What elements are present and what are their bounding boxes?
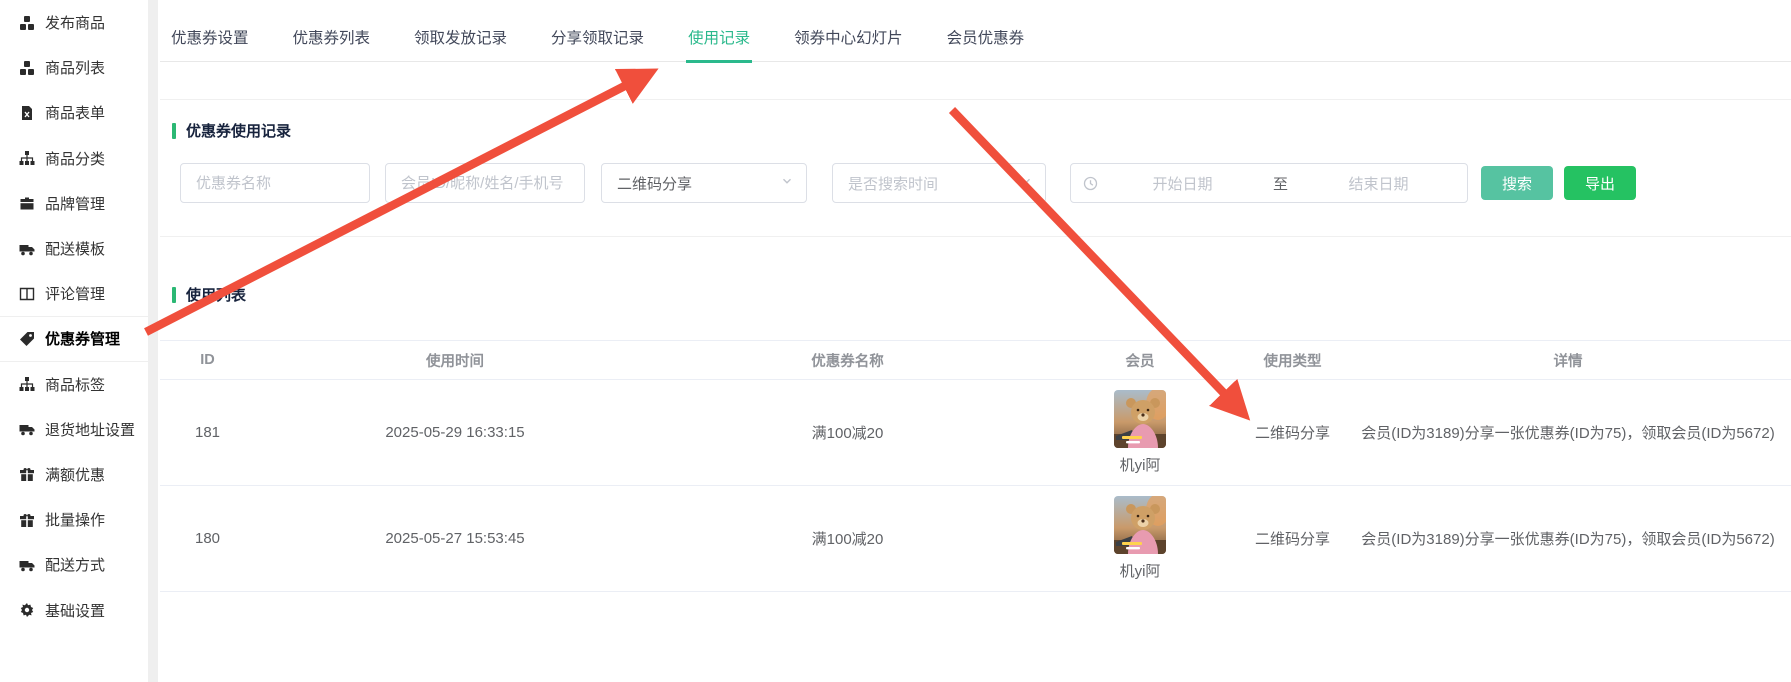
sidebar-item-batch-operations[interactable]: 批量操作 <box>0 497 148 542</box>
sidebar-item-goods-form[interactable]: 商品表单 <box>0 90 148 135</box>
header-member: 会员 <box>1040 350 1240 371</box>
section-accent-bar <box>172 287 176 303</box>
cubes-icon <box>19 60 35 76</box>
row-coupon-name: 满100减20 <box>655 528 1040 549</box>
sidebar-scrollbar[interactable] <box>148 0 158 682</box>
tab-coupon-settings[interactable]: 优惠券设置 <box>169 14 251 63</box>
member-name: 机yi阿 <box>1120 560 1161 581</box>
sidebar-item-label: 评论管理 <box>45 283 105 304</box>
book-icon <box>19 286 35 302</box>
row-used-time: 2025-05-29 16:33:15 <box>255 424 655 441</box>
sidebar-item-label: 品牌管理 <box>45 193 105 214</box>
sidebar-item-label: 商品表单 <box>45 102 105 123</box>
date-separator: 至 <box>1259 173 1302 194</box>
sidebar-item-label: 商品分类 <box>45 148 105 169</box>
header-id: ID <box>160 352 255 368</box>
table-row: 181 2025-05-29 16:33:15 满100减20 <box>160 380 1791 486</box>
truck-icon <box>19 241 35 257</box>
main-content: 优惠券设置 优惠券列表 领取发放记录 分享领取记录 使用记录 领券中心幻灯片 会… <box>158 0 1791 682</box>
date-range-picker[interactable]: 开始日期 至 结束日期 <box>1070 163 1468 203</box>
usage-record-section-title: 优惠券使用记录 <box>172 120 291 141</box>
member-search-input[interactable] <box>385 163 585 203</box>
divider <box>160 99 1791 100</box>
sidebar-item-label: 退货地址设置 <box>45 419 135 440</box>
sidebar-item-label: 配送方式 <box>45 554 105 575</box>
sidebar-item-label: 批量操作 <box>45 509 105 530</box>
sitemap-icon <box>19 376 35 392</box>
member-avatar-image <box>1114 496 1166 554</box>
member-name: 机yi阿 <box>1120 454 1161 475</box>
row-coupon-name: 满100减20 <box>655 422 1040 443</box>
row-use-type: 二维码分享 <box>1240 422 1345 443</box>
usage-table: ID 使用时间 优惠券名称 会员 使用类型 详情 181 2025-05-29 … <box>160 340 1791 592</box>
sidebar-item-basic-settings[interactable]: 基础设置 <box>0 587 148 632</box>
row-member: 机yi阿 <box>1040 390 1240 475</box>
search-button[interactable]: 搜索 <box>1481 166 1553 200</box>
row-member: 机yi阿 <box>1040 496 1240 581</box>
tag-icon <box>19 331 35 347</box>
sidebar-item-return-address-settings[interactable]: 退货地址设置 <box>0 407 148 452</box>
tab-coupon-list[interactable]: 优惠券列表 <box>291 14 373 63</box>
chevron-down-icon <box>1019 174 1033 192</box>
gift-icon <box>19 512 35 528</box>
row-used-time: 2025-05-27 15:53:45 <box>255 530 655 547</box>
time-search-select[interactable]: 是否搜索时间 <box>832 163 1046 203</box>
sidebar-item-delivery-template[interactable]: 配送模板 <box>0 226 148 271</box>
sidebar-item-publish-goods[interactable]: 发布商品 <box>0 0 148 45</box>
sidebar-item-label: 基础设置 <box>45 600 105 621</box>
row-detail: 会员(ID为3189)分享一张优惠券(ID为75)，领取会员(ID为5672) <box>1345 528 1791 549</box>
file-excel-icon <box>19 105 35 121</box>
sitemap-icon <box>19 150 35 166</box>
tab-receive-issue-records[interactable]: 领取发放记录 <box>412 14 509 63</box>
table-header-row: ID 使用时间 优惠券名称 会员 使用类型 详情 <box>160 340 1791 380</box>
tab-share-receive-records[interactable]: 分享领取记录 <box>549 14 646 63</box>
sidebar-item-label: 发布商品 <box>45 12 105 33</box>
briefcase-icon <box>19 195 35 211</box>
sidebar-item-coupon-management[interactable]: 优惠券管理 <box>0 316 148 361</box>
sidebar-item-label: 优惠券管理 <box>45 328 120 349</box>
gear-icon <box>19 602 35 618</box>
header-used-time: 使用时间 <box>255 350 655 371</box>
start-date-placeholder[interactable]: 开始日期 <box>1106 173 1259 194</box>
tab-usage-records[interactable]: 使用记录 <box>686 14 752 63</box>
sidebar-item-comment-management[interactable]: 评论管理 <box>0 271 148 316</box>
section-accent-bar <box>172 123 176 139</box>
sidebar-item-label: 满额优惠 <box>45 464 105 485</box>
sidebar-item-full-discount[interactable]: 满额优惠 <box>0 452 148 497</box>
header-use-type: 使用类型 <box>1240 350 1345 371</box>
chevron-down-icon <box>780 174 794 192</box>
sidebar-item-goods-category[interactable]: 商品分类 <box>0 136 148 181</box>
table-row: 180 2025-05-27 15:53:45 满100减20 <box>160 486 1791 592</box>
tab-member-coupons[interactable]: 会员优惠券 <box>945 14 1027 63</box>
gift-icon <box>19 466 35 482</box>
header-detail: 详情 <box>1345 350 1791 371</box>
usage-list-section-title: 使用列表 <box>172 284 246 305</box>
coupon-tabs: 优惠券设置 优惠券列表 领取发放记录 分享领取记录 使用记录 领券中心幻灯片 会… <box>160 14 1791 62</box>
sidebar-item-brand-management[interactable]: 品牌管理 <box>0 181 148 226</box>
header-coupon-name: 优惠券名称 <box>655 350 1040 371</box>
truck-icon <box>19 557 35 573</box>
truck-icon <box>19 421 35 437</box>
row-id: 181 <box>160 424 255 441</box>
sidebar: 发布商品 商品列表 商品表单 商品分类 品牌管理 配送模板 评论管理 优惠券管理… <box>0 0 148 682</box>
sidebar-item-label: 配送模板 <box>45 238 105 259</box>
share-type-select[interactable]: 二维码分享 <box>601 163 807 203</box>
row-id: 180 <box>160 530 255 547</box>
clock-icon <box>1083 176 1098 191</box>
member-avatar-image <box>1114 390 1166 448</box>
sidebar-item-goods-tags[interactable]: 商品标签 <box>0 362 148 407</box>
export-button[interactable]: 导出 <box>1564 166 1636 200</box>
cubes-icon <box>19 15 35 31</box>
end-date-placeholder[interactable]: 结束日期 <box>1302 173 1455 194</box>
row-use-type: 二维码分享 <box>1240 528 1345 549</box>
coupon-name-input[interactable] <box>180 163 370 203</box>
tab-coupon-center-slides[interactable]: 领券中心幻灯片 <box>792 14 905 63</box>
sidebar-item-delivery-method[interactable]: 配送方式 <box>0 542 148 587</box>
sidebar-item-label: 商品列表 <box>45 57 105 78</box>
row-detail: 会员(ID为3189)分享一张优惠券(ID为75)，领取会员(ID为5672) <box>1345 422 1791 443</box>
divider <box>160 236 1791 237</box>
sidebar-item-goods-list[interactable]: 商品列表 <box>0 45 148 90</box>
sidebar-item-label: 商品标签 <box>45 374 105 395</box>
